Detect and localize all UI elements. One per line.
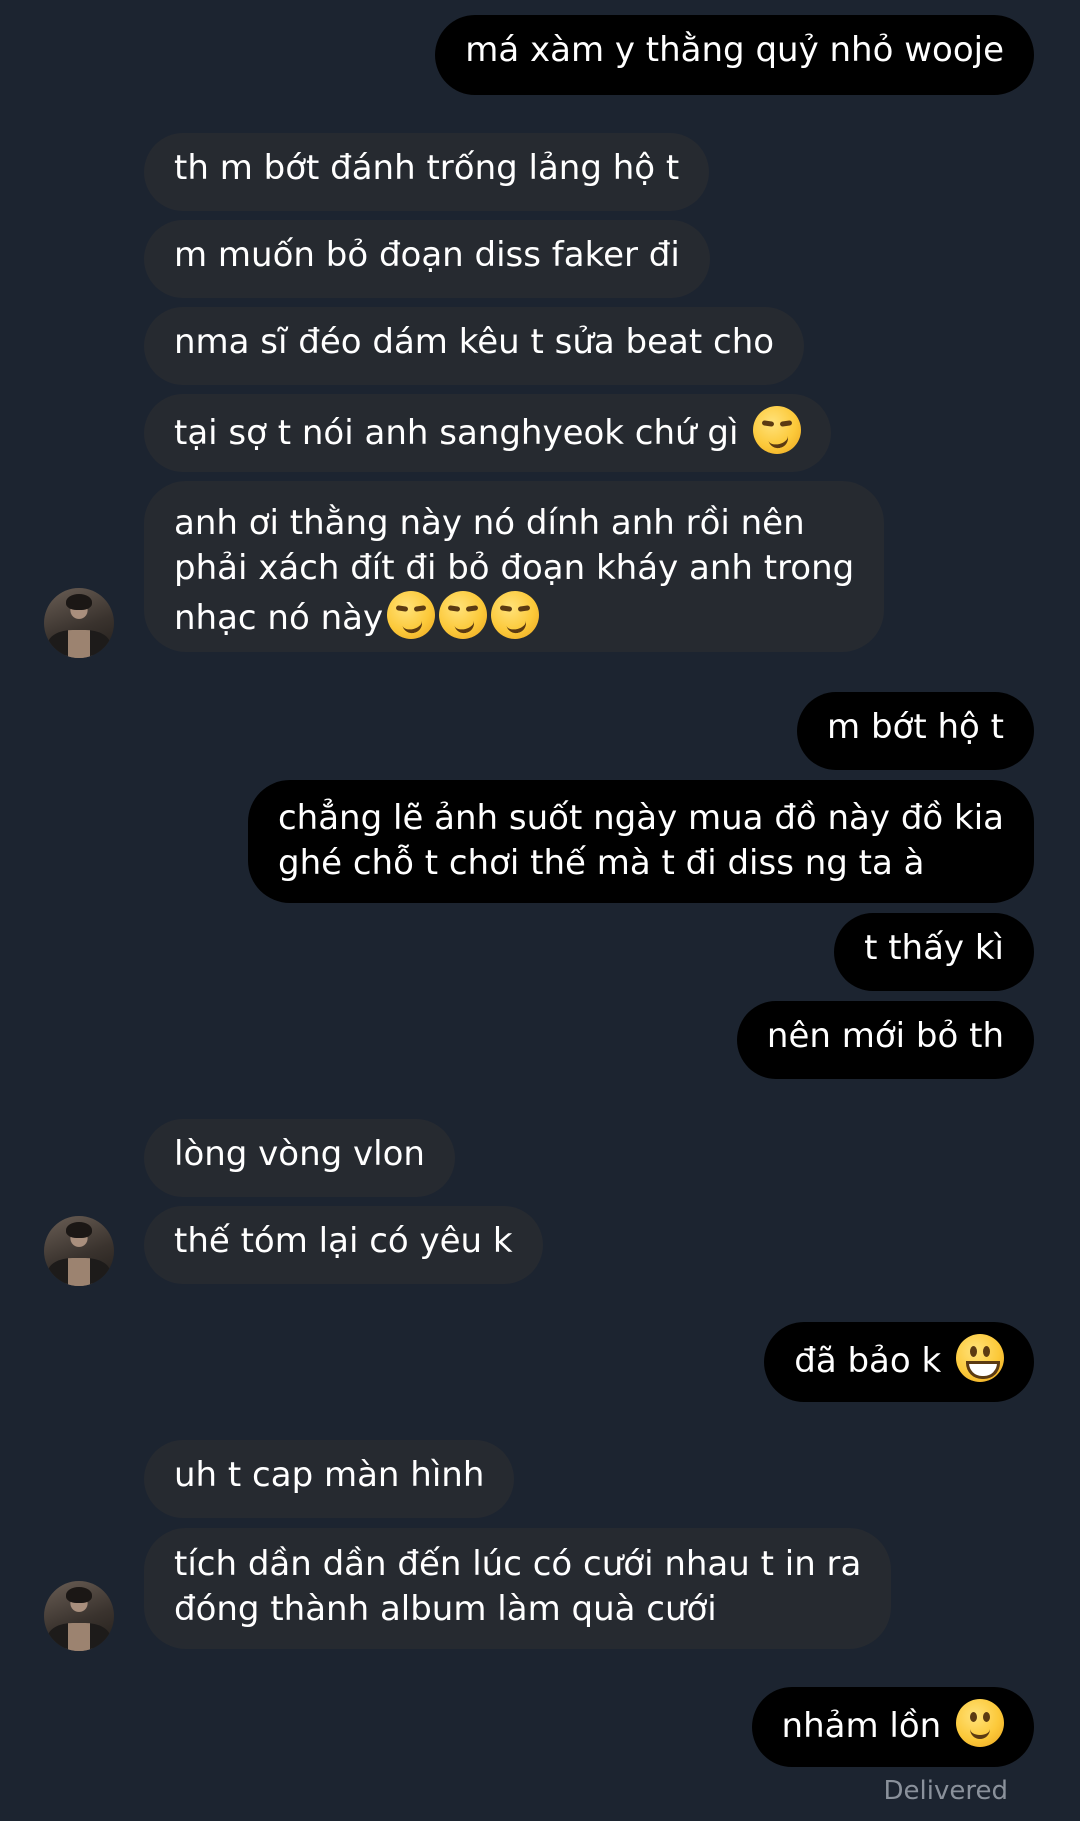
incoming-message[interactable]: anh ơi thằng này nó dính anh rồi nên phả… xyxy=(144,481,885,652)
message-text-line: phải xách đít đi bỏ đoạn kháy anh trong xyxy=(174,548,855,588)
delivery-status: Delivered xyxy=(883,1776,1008,1806)
smirking-face-emoji xyxy=(439,591,488,639)
message-text: m muốn bỏ đoạn diss faker đi xyxy=(174,235,680,275)
contact-avatar[interactable] xyxy=(44,1581,114,1651)
incoming-message[interactable]: thế tóm lại có yêu k xyxy=(144,1206,543,1284)
outgoing-message[interactable]: má xàm y thằng quỷ nhỏ wooje xyxy=(435,15,1034,95)
incoming-message[interactable]: th m bớt đánh trống lảng hộ t xyxy=(144,133,710,211)
message-text: tại sợ t nói anh sanghyeok chứ gì xyxy=(174,413,739,453)
message-text-line: đóng thành album làm quà cưới xyxy=(174,1589,717,1629)
incoming-message[interactable]: m muốn bỏ đoạn diss faker đi xyxy=(144,220,710,298)
message-text: nhảm lồn xyxy=(781,1706,942,1746)
message-text-line: tích dần dần đến lúc có cưới nhau t in r… xyxy=(174,1544,862,1584)
incoming-message[interactable]: uh t cap màn hình xyxy=(144,1440,515,1518)
incoming-message[interactable]: tích dần dần đến lúc có cưới nhau t in r… xyxy=(144,1528,892,1649)
outgoing-message[interactable]: t thấy kì xyxy=(834,913,1034,991)
contact-avatar[interactable] xyxy=(44,1216,114,1286)
incoming-message[interactable]: tại sợ t nói anh sanghyeok chứ gì xyxy=(144,394,832,472)
message-text-line: nhạc nó này xyxy=(174,591,854,641)
chat-thread: má xàm y thằng quỷ nhỏ wooje th m bớt đá… xyxy=(0,0,1080,1821)
incoming-message[interactable]: nma sĩ đéo dám kêu t sửa beat cho xyxy=(144,307,805,385)
message-text: th m bớt đánh trống lảng hộ t xyxy=(174,148,680,188)
outgoing-message[interactable]: nhảm lồn xyxy=(751,1687,1034,1767)
smirking-face-emoji xyxy=(491,591,540,639)
outgoing-message[interactable]: m bớt hộ t xyxy=(797,692,1034,770)
grinning-face-emoji xyxy=(956,1334,1004,1382)
message-text-line: ghé chỗ t chơi thế mà t đi diss ng ta à xyxy=(277,843,925,883)
contact-avatar[interactable] xyxy=(44,588,114,658)
message-text: m bớt hộ t xyxy=(827,707,1004,747)
message-text: nên mới bỏ th xyxy=(766,1016,1004,1056)
outgoing-message[interactable]: nên mới bỏ th xyxy=(736,1001,1034,1079)
smirking-face-emoji xyxy=(387,591,436,639)
smirking-face-emoji xyxy=(753,406,802,454)
message-text-line: chẳng lẽ ảnh suốt ngày mua đồ này đồ kia xyxy=(277,798,1004,838)
message-text: lòng vòng vlon xyxy=(174,1134,425,1174)
outgoing-message[interactable]: đã bảo k xyxy=(764,1322,1034,1402)
message-text: thế tóm lại có yêu k xyxy=(174,1221,513,1261)
message-text: t thấy kì xyxy=(864,928,1004,968)
outgoing-message[interactable]: chẳng lẽ ảnh suốt ngày mua đồ này đồ kia… xyxy=(247,780,1034,903)
slightly-smiling-face-emoji xyxy=(956,1699,1004,1747)
message-text: nhạc nó này xyxy=(174,598,384,638)
message-text: nma sĩ đéo dám kêu t sửa beat cho xyxy=(174,322,775,362)
message-text: đã bảo k xyxy=(794,1341,942,1381)
message-text: má xàm y thằng quỷ nhỏ wooje xyxy=(465,30,1004,70)
message-text: uh t cap màn hình xyxy=(174,1455,485,1495)
message-text-line: anh ơi thằng này nó dính anh rồi nên xyxy=(174,503,805,543)
incoming-message[interactable]: lòng vòng vlon xyxy=(144,1119,455,1197)
